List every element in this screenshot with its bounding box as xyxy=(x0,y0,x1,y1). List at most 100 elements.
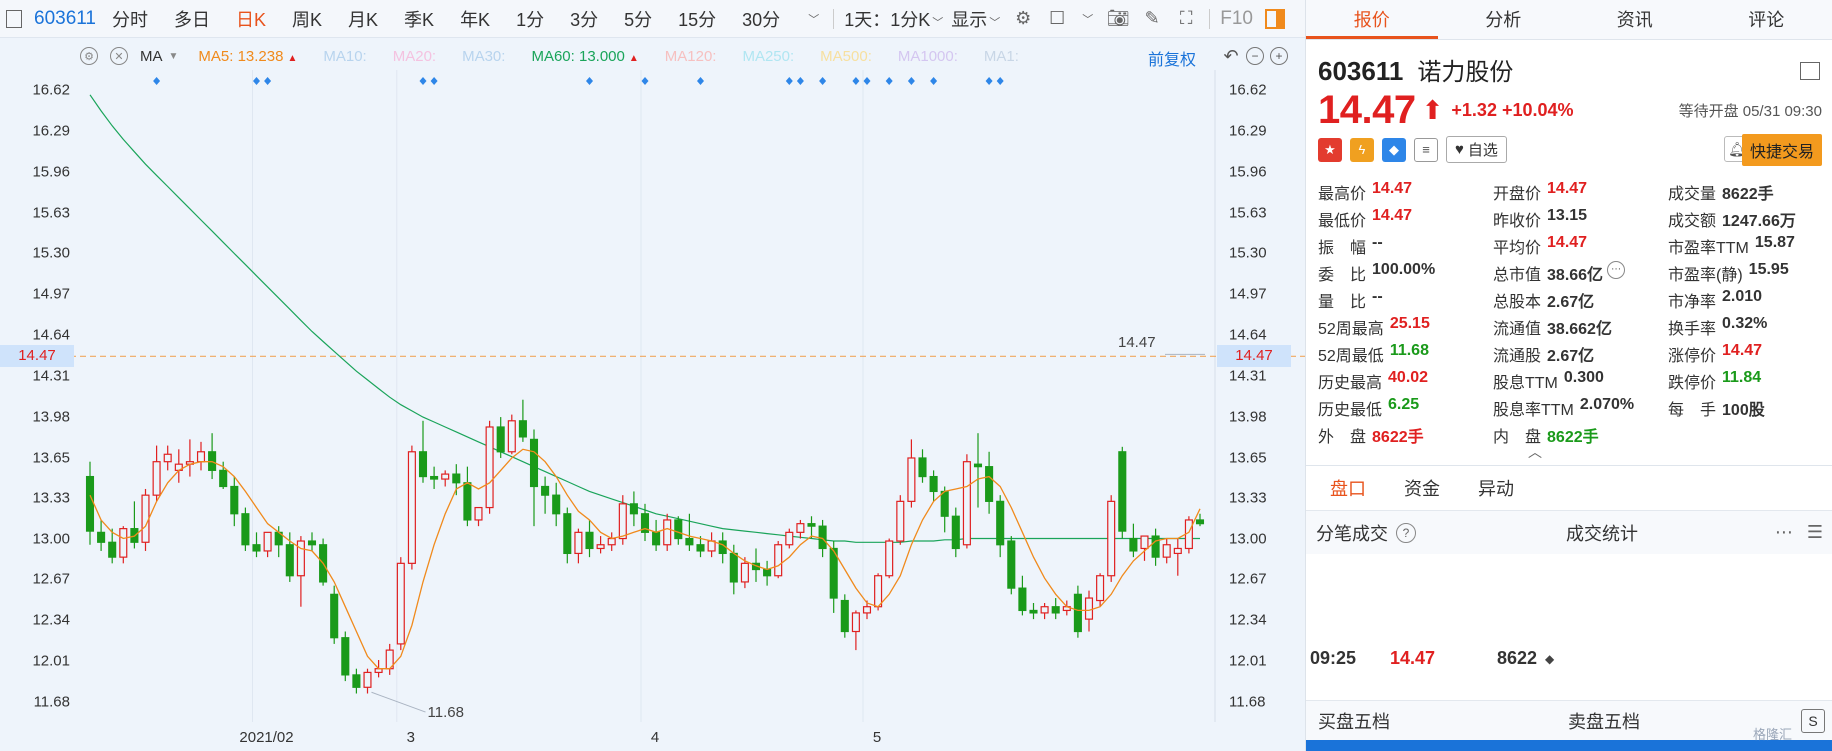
period-tab[interactable]: 年K xyxy=(460,6,490,32)
ma-legend-item[interactable]: MA20: xyxy=(393,48,436,65)
overlay-square-icon[interactable]: ☐ xyxy=(1046,8,1068,30)
lightning-icon[interactable]: ϟ xyxy=(1350,137,1374,162)
period-tab[interactable]: 日K xyxy=(236,6,266,32)
f10-button[interactable]: F10 xyxy=(1220,8,1253,30)
stat-value: 25.15 xyxy=(1389,314,1430,332)
more-periods-chevron-icon[interactable]: ﹀ xyxy=(808,11,819,27)
ma-selector-chevron-icon[interactable]: ▼ xyxy=(169,51,179,62)
stats-row: 最高价 14.47 开盘价 14.47 成交量 8622手 xyxy=(1318,178,1823,205)
period-tab[interactable]: 30分 xyxy=(742,6,780,32)
stats-row: 委 比 100.00% 总市值 38.66亿 ⋯ 市盈率(静) 15.95 xyxy=(1318,259,1823,286)
trade-stats-title[interactable]: 成交统计 xyxy=(1566,520,1638,546)
add-watchlist-button[interactable]: ♥ 自选 xyxy=(1446,136,1507,163)
candle-body xyxy=(285,544,294,577)
list-menu-icon[interactable]: ☰ xyxy=(1807,522,1823,543)
book-mode-icon[interactable]: S xyxy=(1801,708,1825,733)
undo-icon[interactable]: ↶ xyxy=(1222,47,1240,65)
candle-body xyxy=(563,513,572,555)
stat-key: 最高价 xyxy=(1318,185,1367,203)
fullscreen-icon[interactable]: ⛶ xyxy=(1175,8,1197,30)
indicator-close-icon[interactable]: ✕ xyxy=(110,47,128,65)
overlay-chevron-icon[interactable]: ﹀ xyxy=(1082,11,1093,27)
more-info-icon[interactable]: ⋯ xyxy=(1607,260,1626,279)
quote-tab[interactable]: 资讯 xyxy=(1569,0,1701,39)
quote-tab[interactable]: 评论 xyxy=(1701,0,1832,39)
candle-body xyxy=(1107,500,1116,577)
ma-legend-item[interactable]: MA500: xyxy=(820,48,872,65)
settings-gear-icon[interactable]: ⚙ xyxy=(1012,8,1034,30)
period-tab[interactable]: 分时 xyxy=(112,6,148,32)
indicator-settings-icon[interactable]: ⚙ xyxy=(80,47,98,65)
candle-body xyxy=(574,531,583,555)
stat-cell: 总股本 2.67亿 xyxy=(1493,288,1668,312)
quote-tab[interactable]: 分析 xyxy=(1438,0,1570,39)
stock-code-label[interactable]: 603611 xyxy=(34,8,96,30)
ma-legend-label: MA1000: xyxy=(897,47,958,65)
ma-legend-label: MA60: 13.000 xyxy=(531,47,625,65)
ma-legend-item[interactable]: MA1000: xyxy=(898,48,958,65)
period-tab[interactable]: 1分 xyxy=(516,6,544,32)
candlestick-chart[interactable] xyxy=(0,70,1305,722)
candle-body xyxy=(85,475,95,532)
change-percent: +10.04% xyxy=(1501,100,1574,120)
ma-legend-item[interactable]: MA120: xyxy=(665,48,717,65)
stats-row: 52周最高 25.15 流通值 38.662亿 换手率 0.32% xyxy=(1318,313,1823,340)
candle-body xyxy=(1040,606,1049,614)
quick-trade-button[interactable]: 快捷交易 xyxy=(1741,134,1822,166)
candle-body xyxy=(707,540,716,552)
sidebar-toggle-icon[interactable] xyxy=(6,9,22,28)
ma-selector[interactable]: MA xyxy=(140,48,163,65)
period-tab[interactable]: 多日 xyxy=(174,6,210,32)
adjustment-restore-button[interactable]: 前复权 xyxy=(1148,46,1196,70)
more-options-icon[interactable]: ⋯ xyxy=(1775,522,1793,543)
list-view-icon[interactable] xyxy=(1800,62,1820,80)
period-tab[interactable]: 季K xyxy=(404,6,434,32)
period-tab[interactable]: 5分 xyxy=(624,6,652,32)
candle-body xyxy=(418,451,428,478)
ma-legend-item[interactable]: MA10: xyxy=(323,48,366,65)
period-tab[interactable]: 月K xyxy=(348,6,378,32)
stat-value: 0.32% xyxy=(1722,314,1768,332)
stat-value: 2.67亿 xyxy=(1547,347,1595,365)
ma-legend-item[interactable]: MA250: xyxy=(742,48,794,65)
candle-body xyxy=(152,461,161,496)
candle-body xyxy=(1018,587,1027,612)
draw-pen-icon[interactable]: ✎ xyxy=(1141,8,1163,30)
period-tab[interactable]: 15分 xyxy=(678,6,716,32)
help-icon[interactable]: ? xyxy=(1396,522,1416,543)
collapse-chevron-icon[interactable]: ︿ xyxy=(1528,442,1542,462)
zoom-out-icon[interactable]: − xyxy=(1246,47,1264,65)
depth-subtab[interactable]: 资金 xyxy=(1404,475,1440,501)
stats-row: 最低价 14.47 昨收价 13.15 成交额 1247.66万 xyxy=(1318,205,1823,232)
stat-cell: 股息率TTM 2.070% xyxy=(1493,396,1668,420)
panel-toggle-icon[interactable] xyxy=(1264,8,1285,29)
ma-legend-item[interactable]: MA60: 13.000 ▲ xyxy=(531,48,638,65)
ticks-title[interactable]: 分笔成交 xyxy=(1316,520,1388,546)
candle-body xyxy=(796,523,805,533)
candle-body xyxy=(396,562,405,645)
ma-legend-item[interactable]: MA30: xyxy=(462,48,505,65)
candle xyxy=(241,507,250,551)
toolbar-divider xyxy=(1209,8,1211,29)
ma-legend-item[interactable]: MA1: xyxy=(984,48,1019,65)
depth-subtab[interactable]: 异动 xyxy=(1478,475,1514,501)
camera-icon[interactable]: 📷︎ xyxy=(1107,8,1130,30)
interval-dropdown[interactable]: 1天：1分K ﹀ xyxy=(844,6,943,32)
candle-body xyxy=(474,506,483,521)
notes-icon[interactable]: ≡ xyxy=(1414,137,1438,162)
ma-legend-item[interactable]: MA5: 13.238 ▲ xyxy=(198,48,297,65)
display-dropdown[interactable]: 显示 ﹀ xyxy=(951,6,1000,32)
candle-body xyxy=(951,515,960,550)
candle-body xyxy=(785,531,794,546)
period-tab[interactable]: 3分 xyxy=(570,6,598,32)
zoom-in-icon[interactable]: + xyxy=(1270,47,1288,65)
sell-five-title: 卖盘五档 xyxy=(1568,711,1640,732)
watermark: 格隆汇 xyxy=(1752,727,1792,742)
quote-tabs: 报价 分析 资讯 评论 xyxy=(1306,0,1832,40)
quote-tab[interactable]: 报价 xyxy=(1306,0,1438,39)
tag-icon[interactable]: ◆ xyxy=(1382,137,1406,162)
depth-subtab[interactable]: 盘口 xyxy=(1330,475,1366,501)
price-tick-label: 11.68 xyxy=(1229,693,1266,711)
chart-toolbar: 603611 分时 多日 日K 周K 月K 季K 年K 1分 3分 5分 15分 30分 ﹀ 1天：1… xyxy=(0,0,1305,38)
period-tab[interactable]: 周K xyxy=(292,6,322,32)
